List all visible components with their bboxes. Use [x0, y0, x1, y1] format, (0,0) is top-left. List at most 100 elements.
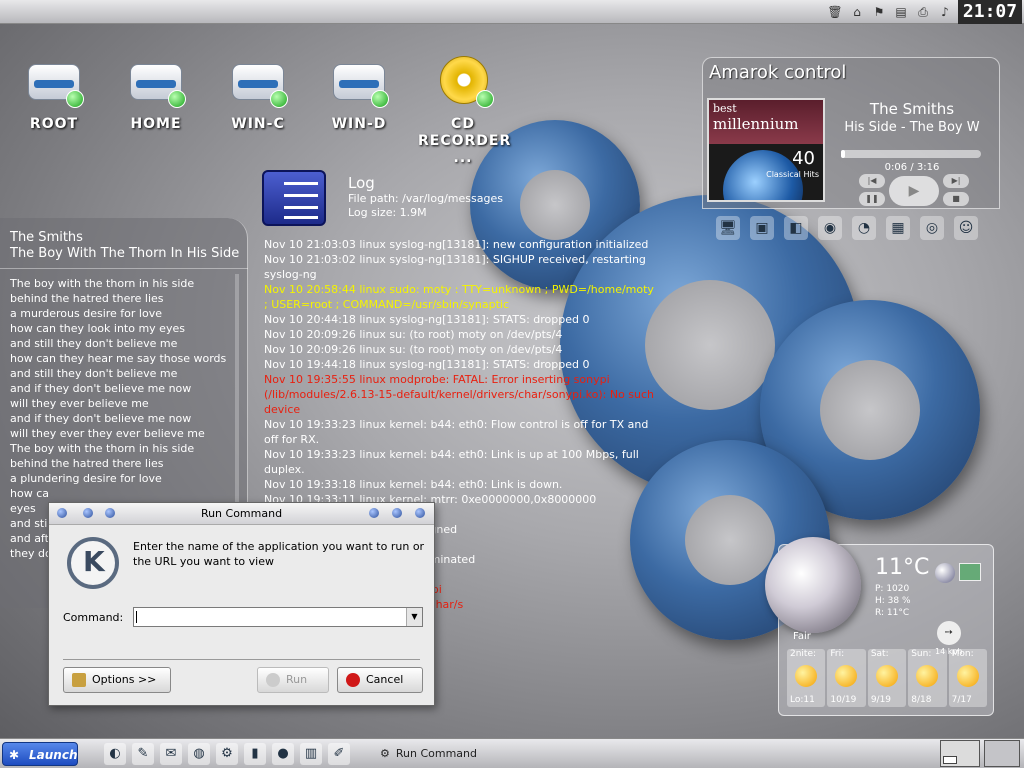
lyric-line: how can they look into my eyes — [10, 322, 185, 335]
drive-label: ROOT — [29, 116, 79, 132]
log-line: Nov 10 19:35:55 linux modprobe: FATAL: E… — [264, 373, 655, 416]
command-label: Command: — [63, 611, 124, 624]
forecast-temps: 10/19 — [830, 695, 857, 705]
amarok-progress[interactable] — [841, 150, 981, 158]
settings-icon[interactable]: ⚙ — [216, 743, 238, 765]
command-input[interactable]: ▼ — [133, 607, 423, 627]
help-icon[interactable]: ◍ — [188, 743, 210, 765]
next-button[interactable]: ▶| — [943, 174, 969, 188]
forecast-days: 2nite: Lo:11 Fri: 10/19 Sat: 9/19 Sun: 8/18 … — [787, 649, 988, 707]
minimize-button[interactable] — [369, 508, 379, 518]
sun-icon — [916, 665, 939, 687]
taskbar: Launch ◐ ✎ ✉ ◍ ⚙ ▮ ● ▥ ✐ ⚙ Run Command — [0, 738, 1024, 768]
gear-icon: ⚙ — [380, 747, 390, 760]
browser-icon[interactable]: ◐ — [104, 743, 126, 765]
weather-pressure: P: 1020 — [875, 584, 910, 594]
chevron-down-icon[interactable]: ▼ — [406, 608, 422, 626]
drive-win-d[interactable]: WIN-D — [311, 56, 407, 132]
forecast-day: Sat: 9/19 — [867, 649, 907, 707]
clock[interactable]: 21:07 — [958, 0, 1022, 24]
lyric-line: a plundering desire for love — [10, 472, 162, 485]
lyric-line: how can they hear me say those words — [10, 352, 227, 365]
pause-button[interactable]: ❚❚ — [859, 192, 885, 206]
computer-icon[interactable]: 🖥 — [716, 216, 740, 240]
flag-icon[interactable]: ⚑ — [870, 3, 888, 21]
log-line: Nov 10 21:03:02 linux syslog-ng[13181]: … — [264, 253, 646, 281]
taskbar-task-run-command[interactable]: ⚙ Run Command — [380, 743, 477, 765]
lyric-line: and if they don't believe me now — [10, 382, 192, 395]
stop-button[interactable]: ■ — [943, 192, 969, 206]
quick-launch: ◐ ✎ ✉ ◍ ⚙ ▮ ● ▥ ✐ — [104, 743, 350, 765]
media-icon[interactable]: ● — [272, 743, 294, 765]
lyric-line: a murderous desire for love — [10, 307, 162, 320]
forecast-temps: 8/18 — [911, 695, 932, 705]
log-icon — [262, 170, 326, 226]
dialog-titlebar[interactable]: Run Command — [49, 503, 434, 525]
album-cover: best millennium 40 Classical Hits — [707, 98, 825, 202]
weather-stats: P: 1020 H: 38 % R: 11°C — [875, 583, 911, 619]
drive-home[interactable]: HOME — [108, 56, 204, 132]
log-line: Nov 10 20:44:18 linux syslog-ng[13181]: … — [264, 313, 590, 326]
drive-cd-recorder[interactable]: CD RECORDER ... — [412, 56, 516, 167]
run-command-dialog: Run Command Enter the name of the applic… — [48, 502, 435, 706]
editor-icon[interactable]: ✎ — [132, 743, 154, 765]
lyric-line: The boy with the thorn in his side — [10, 277, 195, 290]
cover-main: millennium — [713, 115, 799, 133]
log-line: Nov 10 20:09:26 linux su: (to root) moty… — [264, 328, 563, 341]
mail-icon[interactable]: ✉ — [160, 743, 182, 765]
weather-realfeel: R: 11°C — [875, 608, 910, 618]
terminal-icon[interactable]: ▮ — [244, 743, 266, 765]
run-button[interactable]: Run — [257, 667, 329, 693]
map-icon[interactable] — [959, 563, 981, 581]
moon-icon — [765, 537, 861, 633]
drive-label: HOME — [130, 116, 182, 132]
text-caret — [136, 611, 137, 623]
network-icon[interactable]: ◉ — [818, 216, 842, 240]
wind-icon: ➙ — [936, 621, 961, 645]
lyric-line: and if they don't believe me now — [10, 412, 192, 425]
log-line: Nov 10 19:33:23 linux kernel: b44: eth0:… — [264, 418, 649, 446]
close-button[interactable] — [415, 508, 425, 518]
cd-player-icon[interactable]: ◎ — [920, 216, 944, 240]
note-icon[interactable]: ✐ — [328, 743, 350, 765]
clock-icon[interactable]: ◔ — [852, 216, 876, 240]
drive-win-c[interactable]: WIN-C — [210, 56, 306, 132]
lyric-line: and still they don't believe me — [10, 337, 178, 350]
clipboard-icon[interactable]: ▤ — [892, 3, 910, 21]
desktop-pager[interactable] — [940, 740, 980, 767]
sun-icon — [835, 665, 858, 687]
volume-icon[interactable]: ♪ — [936, 3, 954, 21]
show-desktop-button[interactable] — [984, 740, 1020, 767]
sun-icon — [795, 665, 817, 687]
disk-icon[interactable]: ◧ — [784, 216, 808, 240]
log-title: Log — [348, 174, 375, 192]
globe-icon[interactable] — [935, 563, 955, 583]
drive-label: WIN-C — [231, 116, 285, 132]
printer-icon[interactable]: ⎙ — [914, 3, 932, 21]
prev-button[interactable]: |◀ — [859, 174, 885, 188]
user-icon[interactable]: ☺ — [954, 216, 978, 240]
maximize-button[interactable] — [392, 508, 402, 518]
files-icon[interactable]: ▥ — [300, 743, 322, 765]
trash-icon[interactable]: 🗑 — [826, 3, 844, 21]
drive-root[interactable]: ROOT — [6, 56, 102, 132]
hard-drive-icon — [126, 56, 186, 108]
weather-condition: Fair — [793, 631, 811, 642]
sun-icon — [956, 665, 979, 687]
cover-subtitle: Classical Hits — [766, 170, 819, 179]
lyric-line: how ca — [10, 487, 49, 500]
package-icon[interactable]: ▣ — [750, 216, 774, 240]
lyric-line: and still they don't believe me — [10, 367, 178, 380]
weather-widget: 11°C P: 1020 H: 38 % R: 11°C Fair ➙ 14 k… — [765, 537, 994, 716]
pager-desktop[interactable] — [943, 756, 957, 764]
log-path: File path: /var/log/messages — [348, 192, 503, 205]
options-button[interactable]: Options >> — [63, 667, 171, 693]
dialog-divider — [63, 659, 420, 660]
launch-button[interactable]: Launch — [2, 742, 78, 767]
play-button[interactable]: ▶ — [889, 176, 939, 206]
cancel-button[interactable]: Cancel — [337, 667, 423, 693]
wrench-icon — [72, 673, 86, 687]
house-icon[interactable]: ⌂ — [848, 3, 866, 21]
top-panel: 🗑 ⌂ ⚑ ▤ ⎙ ♪ 21:07 — [0, 0, 1024, 24]
document-icon[interactable]: ▦ — [886, 216, 910, 240]
